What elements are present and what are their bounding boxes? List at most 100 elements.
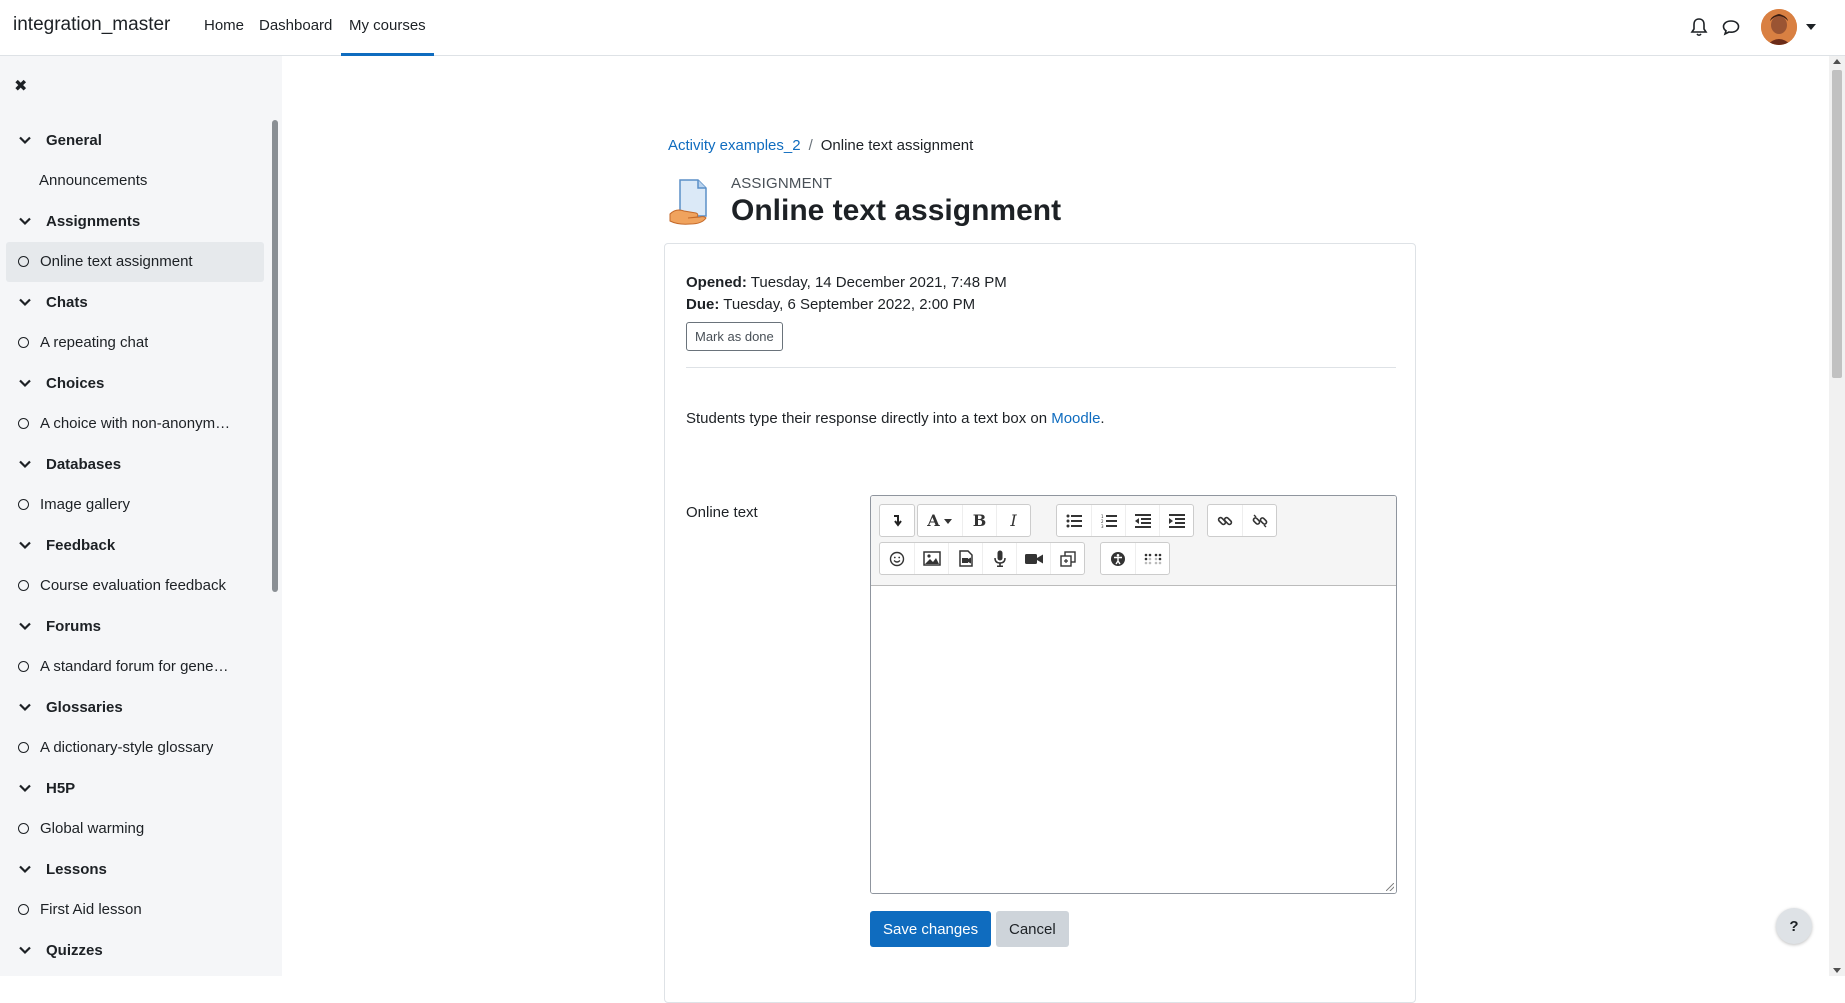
microphone-icon[interactable] bbox=[982, 543, 1016, 574]
chat-bubble-icon[interactable] bbox=[1721, 16, 1741, 38]
section-choices[interactable]: Choices bbox=[6, 363, 264, 404]
toolbar-group-links bbox=[1207, 504, 1277, 537]
chevron-down-icon[interactable] bbox=[18, 943, 32, 957]
scroll-up-icon[interactable] bbox=[1833, 59, 1841, 64]
sidebar-item[interactable]: A repeating chat bbox=[6, 323, 264, 364]
unlink-icon[interactable] bbox=[1242, 505, 1276, 536]
breadcrumb-current: Online text assignment bbox=[820, 137, 974, 154]
accessibility-checker-icon[interactable] bbox=[1101, 543, 1135, 574]
section-glossaries[interactable]: Glossaries bbox=[6, 687, 264, 728]
intro-text: Students type their response directly in… bbox=[686, 410, 1052, 427]
outdent-icon[interactable] bbox=[1125, 505, 1159, 536]
completion-circle-icon bbox=[18, 337, 29, 349]
nav-home[interactable]: Home bbox=[204, 17, 244, 34]
sidebar-item-label: Image gallery bbox=[40, 496, 131, 514]
chevron-down-icon[interactable] bbox=[18, 538, 32, 552]
italic-icon[interactable]: I bbox=[996, 505, 1030, 536]
completion-circle-icon bbox=[18, 499, 29, 511]
screenreader-helper-icon[interactable] bbox=[1135, 543, 1169, 574]
nav-my-courses[interactable]: My courses bbox=[341, 17, 434, 56]
image-icon[interactable] bbox=[914, 543, 948, 574]
breadcrumb-course-link[interactable]: Activity examples_2 bbox=[668, 137, 801, 154]
link-icon[interactable] bbox=[1208, 505, 1242, 536]
media-icon[interactable] bbox=[948, 543, 982, 574]
section-lessons[interactable]: Lessons bbox=[6, 849, 264, 890]
sidebar-item[interactable]: A dictionary-style glossary bbox=[6, 728, 264, 769]
manage-files-icon[interactable] bbox=[1050, 543, 1084, 574]
sidebar-item[interactable]: Image gallery bbox=[6, 485, 264, 526]
user-avatar[interactable] bbox=[1761, 9, 1797, 45]
close-icon[interactable]: ✖ bbox=[14, 76, 27, 96]
ordered-list-icon[interactable]: 123 bbox=[1091, 505, 1125, 536]
nav-dashboard[interactable]: Dashboard bbox=[259, 17, 332, 34]
chevron-down-icon[interactable] bbox=[18, 862, 32, 876]
bold-icon[interactable]: B bbox=[962, 505, 996, 536]
chevron-down-icon[interactable] bbox=[18, 295, 32, 309]
sidebar-item[interactable]: Online text assignment bbox=[6, 241, 264, 282]
section-assignments[interactable]: Assignments bbox=[6, 201, 264, 242]
due-value: Tuesday, 6 September 2022, 2:00 PM bbox=[723, 296, 976, 313]
section-general[interactable]: General bbox=[6, 120, 264, 161]
help-button[interactable]: ? bbox=[1776, 908, 1812, 944]
sidebar-item-label: A choice with non-anonym… bbox=[40, 415, 231, 433]
mark-as-done-button[interactable]: Mark as done bbox=[686, 322, 783, 351]
drawer-scrollbar[interactable] bbox=[272, 120, 278, 592]
sidebar-item[interactable]: Announcements bbox=[6, 161, 264, 202]
chevron-down-icon[interactable] bbox=[18, 457, 32, 471]
completion-circle-icon bbox=[18, 661, 29, 673]
chevron-down-icon[interactable] bbox=[18, 781, 32, 795]
sidebar-item[interactable]: Course evaluation feedback bbox=[6, 566, 264, 607]
indent-icon[interactable] bbox=[1159, 505, 1193, 536]
section-forums[interactable]: Forums bbox=[6, 606, 264, 647]
toolbar-group-style: A B I bbox=[917, 504, 1031, 537]
section-title: Forums bbox=[46, 617, 102, 635]
sidebar-item-label: A repeating chat bbox=[40, 334, 149, 352]
online-text-editor-area[interactable] bbox=[871, 587, 1396, 893]
sidebar-item[interactable]: A standard forum for gene… bbox=[6, 647, 264, 688]
scroll-down-icon[interactable] bbox=[1833, 968, 1841, 973]
site-name[interactable]: integration_master bbox=[13, 14, 170, 36]
sidebar-item[interactable]: Global warming bbox=[6, 809, 264, 850]
activity-type-label: ASSIGNMENT bbox=[731, 175, 833, 192]
toolbar-group-accessibility bbox=[1100, 542, 1170, 575]
course-index-drawer: ✖ General Announcements Assignments Online … bbox=[0, 56, 282, 976]
collapse-toolbar-icon[interactable] bbox=[880, 505, 914, 536]
section-chats[interactable]: Chats bbox=[6, 282, 264, 323]
section-title: Quizzes bbox=[46, 941, 103, 959]
page-scrollbar[interactable] bbox=[1829, 56, 1845, 976]
section-title: H5P bbox=[46, 779, 76, 797]
cancel-button[interactable]: Cancel bbox=[996, 911, 1069, 947]
assignment-card: Opened: Tuesday, 14 December 2021, 7:48 … bbox=[664, 243, 1416, 1003]
editor-toolbar: A B I 123 bbox=[871, 496, 1396, 586]
resize-handle-icon[interactable] bbox=[1386, 883, 1394, 891]
unordered-list-icon[interactable] bbox=[1057, 505, 1091, 536]
chevron-down-icon[interactable] bbox=[18, 214, 32, 228]
video-camera-icon[interactable] bbox=[1016, 543, 1050, 574]
emoji-icon[interactable] bbox=[880, 543, 914, 574]
section-quizzes[interactable]: Quizzes bbox=[6, 930, 264, 971]
moodle-link[interactable]: Moodle bbox=[1051, 410, 1100, 427]
sidebar-item-label: First Aid lesson bbox=[40, 901, 142, 919]
page-title: Online text assignment bbox=[731, 194, 1062, 227]
course-index: General Announcements Assignments Online te… bbox=[6, 120, 264, 971]
breadcrumb-separator: / bbox=[808, 137, 813, 154]
chevron-down-icon[interactable] bbox=[18, 700, 32, 714]
section-h5p[interactable]: H5P bbox=[6, 768, 264, 809]
save-changes-button[interactable]: Save changes bbox=[870, 911, 992, 947]
chevron-down-icon[interactable] bbox=[1806, 24, 1816, 30]
paragraph-styles-icon[interactable]: A bbox=[918, 505, 962, 536]
chevron-down-icon[interactable] bbox=[18, 133, 32, 147]
toolbar-group-collapse bbox=[879, 504, 915, 537]
section-title: Assignments bbox=[46, 212, 141, 230]
section-title: Feedback bbox=[46, 536, 116, 554]
bell-icon[interactable] bbox=[1689, 16, 1709, 38]
chevron-down-icon[interactable] bbox=[18, 376, 32, 390]
section-title: Glossaries bbox=[46, 698, 123, 716]
sidebar-item-label: Course evaluation feedback bbox=[40, 577, 226, 595]
page-scrollbar-thumb[interactable] bbox=[1832, 70, 1842, 378]
sidebar-item[interactable]: First Aid lesson bbox=[6, 890, 264, 931]
section-databases[interactable]: Databases bbox=[6, 444, 264, 485]
chevron-down-icon[interactable] bbox=[18, 619, 32, 633]
sidebar-item[interactable]: A choice with non-anonym… bbox=[6, 404, 264, 445]
section-feedback[interactable]: Feedback bbox=[6, 525, 264, 566]
